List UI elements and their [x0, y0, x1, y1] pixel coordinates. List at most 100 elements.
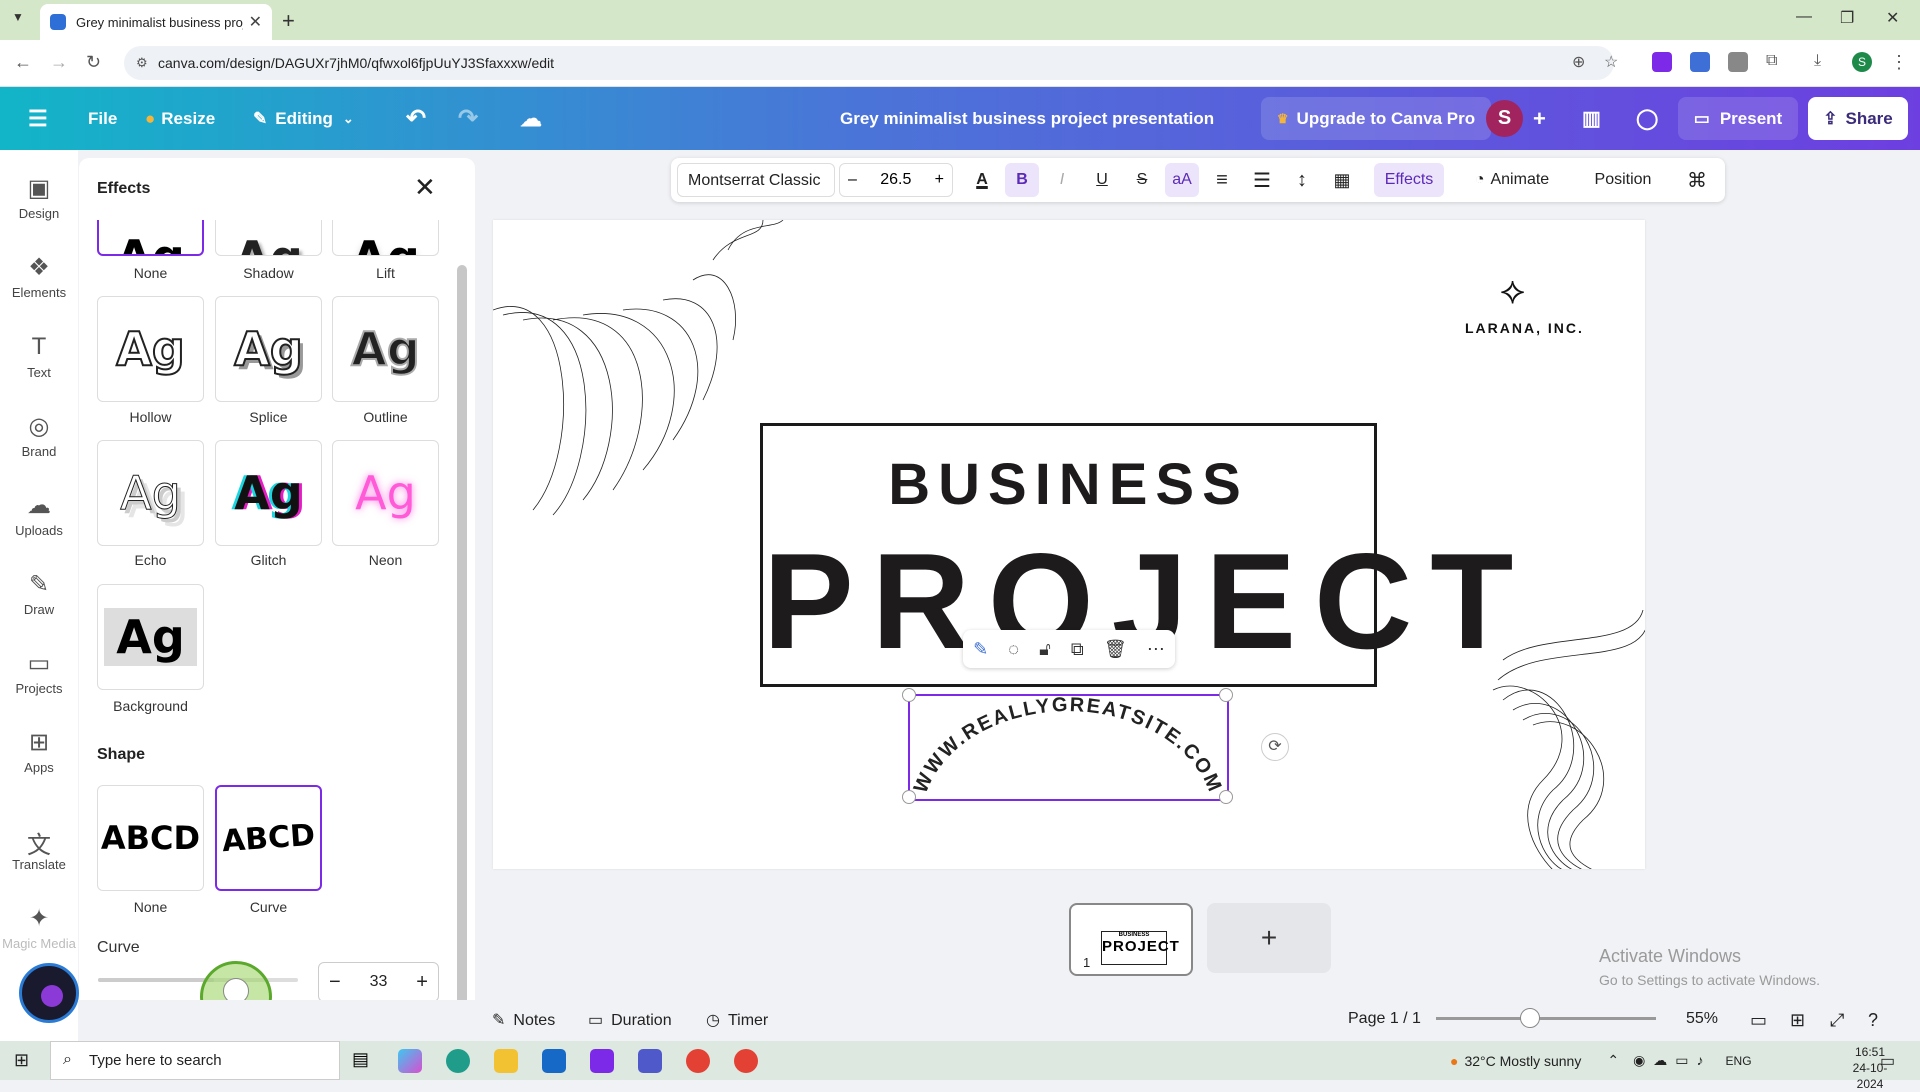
cloud-save-icon[interactable]: ☁	[520, 87, 542, 150]
transparency-icon[interactable]: ▦	[1325, 158, 1359, 202]
position-button[interactable]: Position	[1583, 158, 1663, 202]
profile-avatar-icon[interactable]: S	[1852, 52, 1872, 72]
effect-tile-splice[interactable]: Ag	[215, 296, 322, 402]
chrome-active-icon[interactable]	[734, 1049, 758, 1073]
strikethrough-icon[interactable]: S	[1125, 158, 1159, 202]
align-center-icon[interactable]: ≡	[1205, 158, 1239, 202]
effect-tile-none[interactable]: Ag	[97, 220, 204, 256]
document-title[interactable]: Grey minimalist business project present…	[840, 87, 1214, 150]
edge-icon[interactable]	[446, 1049, 470, 1073]
windows-start-icon[interactable]: ⊞	[14, 1050, 29, 1071]
resize-handle-tr[interactable]	[1219, 688, 1233, 702]
browser-menu-icon[interactable]: ⋮	[1890, 52, 1908, 73]
help-icon[interactable]: ?	[1868, 1010, 1878, 1031]
teams-icon[interactable]	[638, 1049, 662, 1073]
zoom-slider-handle[interactable]	[1520, 1008, 1540, 1028]
task-view-icon[interactable]: ▤	[352, 1049, 376, 1073]
shape-tile-none[interactable]: ABCD	[97, 785, 204, 891]
menu-icon[interactable]: ☰	[28, 87, 48, 150]
close-window-icon[interactable]: ✕	[1886, 8, 1899, 28]
effect-tile-shadow[interactable]: Ag	[215, 220, 322, 256]
selected-curved-text[interactable]: WWW.REALLYGREATSITE.COM	[902, 688, 1233, 804]
editing-mode-dropdown[interactable]: ✎ Editing ⌄	[253, 87, 354, 150]
effect-tile-echo[interactable]: Ag	[97, 440, 204, 546]
rail-item-magic-media[interactable]: ✦ Magic Media	[0, 904, 78, 951]
curve-value[interactable]: 33	[370, 973, 388, 991]
resize-handle-tl[interactable]	[902, 688, 916, 702]
close-icon[interactable]: ✕	[414, 172, 436, 203]
reload-icon[interactable]: ↻	[86, 52, 101, 73]
rail-item-brand[interactable]: ◎ Brand	[0, 412, 78, 459]
taskbar-search[interactable]: ⌕ Type here to search	[50, 1041, 340, 1080]
title-line-business[interactable]: BUSINESS	[763, 451, 1374, 518]
effect-tile-lift[interactable]: Ag	[332, 220, 439, 256]
page-indicator[interactable]: Page 1 / 1	[1348, 1010, 1421, 1028]
rotate-icon[interactable]: ⟳	[1261, 733, 1289, 761]
text-color-icon[interactable]: A	[965, 158, 999, 202]
undo-icon[interactable]: ↶	[406, 87, 426, 150]
rail-item-design[interactable]: ▣ Design	[0, 174, 78, 221]
delete-icon[interactable]: 🗑︎	[1104, 639, 1127, 660]
effect-tile-outline[interactable]: Ag	[332, 296, 439, 402]
rail-item-projects[interactable]: ▭ Projects	[0, 649, 78, 696]
url-field[interactable]: ⚙ canva.com/design/DAGUXr7jhM0/qfwxol6fj…	[124, 46, 1614, 80]
duplicate-icon[interactable]: ⧉	[1071, 639, 1084, 660]
page-view-icon[interactable]: ▭	[1750, 1010, 1767, 1031]
more-options-icon[interactable]: ⋯	[1147, 639, 1165, 660]
animate-button[interactable]: ◔ Animate	[1456, 158, 1568, 202]
file-menu[interactable]: File	[88, 87, 117, 150]
increase-icon[interactable]: +	[416, 971, 428, 994]
bold-icon[interactable]: B	[1005, 163, 1039, 197]
rail-item-uploads[interactable]: ☁ Uploads	[0, 491, 78, 538]
avatar[interactable]: S	[1486, 100, 1523, 137]
minimize-window-icon[interactable]: —	[1796, 8, 1812, 26]
rail-item-elements[interactable]: ❖ Elements	[0, 253, 78, 300]
present-button[interactable]: ▭ Present	[1678, 97, 1798, 140]
close-tab-icon[interactable]: ✕	[249, 12, 262, 32]
panel-scrollbar[interactable]	[457, 265, 467, 1030]
zoom-icon[interactable]: ⊕	[1572, 52, 1585, 72]
page-thumbnail[interactable]: BUSINESS PROJECT 1	[1069, 903, 1193, 976]
rail-item-translate[interactable]: 文 Translate	[0, 825, 78, 872]
redo-icon[interactable]: ↷	[458, 87, 478, 150]
decrease-font-icon[interactable]: –	[848, 171, 857, 189]
magic-edit-icon[interactable]: ✎	[973, 639, 988, 660]
effect-tile-background[interactable]: Ag	[97, 584, 204, 690]
file-explorer-icon[interactable]	[494, 1049, 518, 1073]
duration-button[interactable]: ▭ Duration	[588, 1010, 672, 1030]
tray-icons[interactable]: ◉☁▭♪	[1633, 1052, 1711, 1069]
add-page-button[interactable]: +	[1207, 903, 1331, 973]
tab-list-dropdown-icon[interactable]: ▼	[12, 10, 24, 24]
resize-handle-bl[interactable]	[902, 790, 916, 804]
list-icon[interactable]: ☰	[1245, 158, 1279, 202]
forward-icon[interactable]: →	[50, 52, 68, 73]
copilot-icon[interactable]	[398, 1049, 422, 1073]
lock-icon[interactable]: 🔓︎	[1039, 639, 1051, 660]
italic-icon[interactable]: I	[1045, 158, 1079, 202]
timer-button[interactable]: ◷ Timer	[706, 1010, 768, 1030]
new-tab-icon[interactable]: +	[282, 8, 295, 34]
design-page[interactable]: ⟡ LARANA, INC. BUSINESS PROJECT ✎ ◌ 🔓︎ ⧉…	[493, 220, 1645, 869]
upgrade-button[interactable]: ♛ Upgrade to Canva Pro	[1261, 97, 1491, 140]
extensions-puzzle-icon[interactable]: ⧉	[1766, 52, 1777, 70]
share-button[interactable]: ⇪ Share	[1808, 97, 1908, 140]
rail-item-draw[interactable]: ✎ Draw	[0, 570, 78, 617]
zoom-level[interactable]: 55%	[1686, 1010, 1718, 1028]
weather-text[interactable]: 32°C Mostly sunny	[1464, 1053, 1581, 1069]
spacing-icon[interactable]: ↕	[1285, 158, 1319, 202]
resize-handle-br[interactable]	[1219, 790, 1233, 804]
site-info-icon[interactable]: ⚙	[136, 55, 148, 71]
mail-icon[interactable]	[542, 1049, 566, 1073]
notifications-icon[interactable]: ▭	[1880, 1051, 1895, 1071]
extension-icon-1[interactable]	[1652, 52, 1672, 72]
resize-button[interactable]: ● Resize	[145, 87, 215, 150]
bookmark-star-icon[interactable]: ☆	[1604, 52, 1618, 72]
fullscreen-icon[interactable]: ⤢	[1830, 1010, 1844, 1031]
zoom-slider-track[interactable]	[1436, 1017, 1656, 1020]
notes-button[interactable]: ✎ Notes	[492, 1010, 555, 1030]
rail-item-text[interactable]: T Text	[0, 333, 78, 380]
chrome-icon[interactable]	[686, 1049, 710, 1073]
decrease-icon[interactable]: −	[329, 971, 341, 994]
effect-tile-glitch[interactable]: Ag	[215, 440, 322, 546]
rail-item-apps[interactable]: ⊞ Apps	[0, 728, 78, 775]
